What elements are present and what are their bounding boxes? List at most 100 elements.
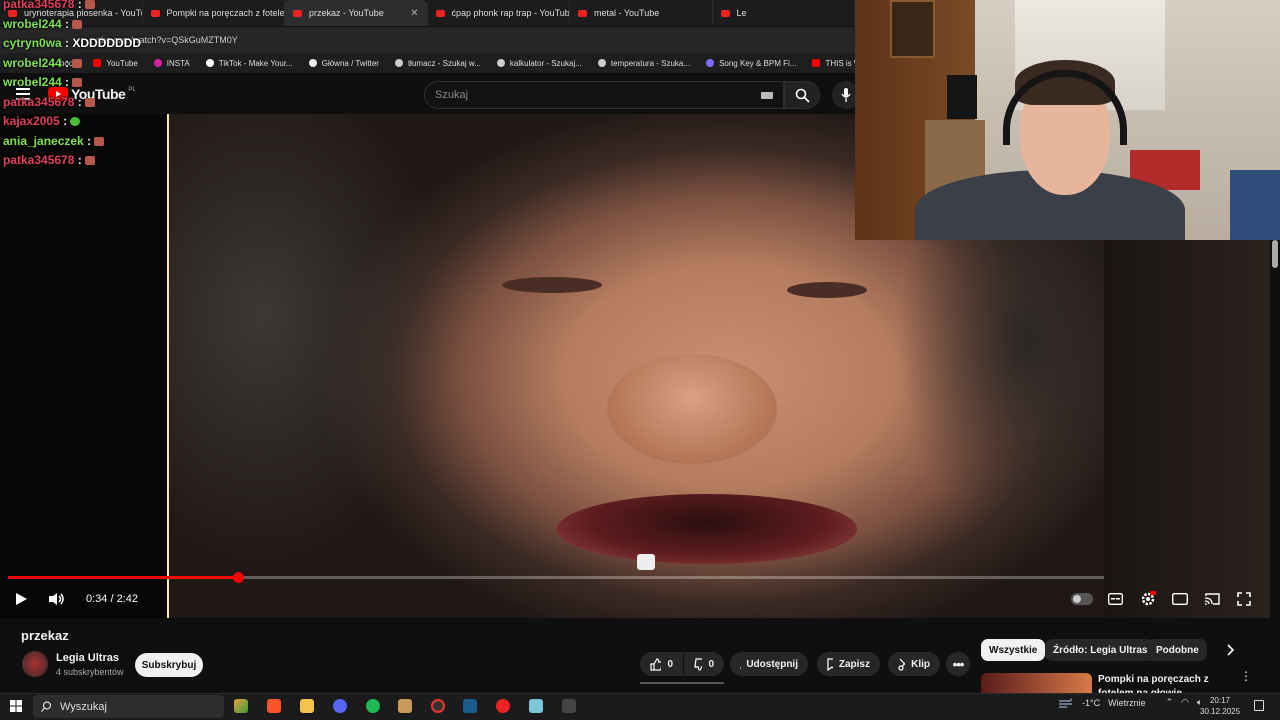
volume-icon	[49, 593, 64, 605]
youtube-icon	[578, 9, 587, 17]
pause-icon	[1073, 595, 1081, 603]
microphone-icon	[841, 88, 851, 102]
subtitles-button[interactable]	[1108, 593, 1123, 605]
obs-icon[interactable]	[431, 699, 445, 713]
tab-5[interactable]: metal - YouTube	[570, 0, 713, 26]
play-button[interactable]	[14, 592, 28, 606]
theater-mode-button[interactable]	[1172, 593, 1188, 605]
webcam-overlay	[855, 0, 1280, 240]
fullscreen-icon	[1237, 592, 1251, 606]
notepad-icon[interactable]	[529, 699, 543, 713]
stream-chat: patka345678 : wrobel244 : cytryn0wa : XD…	[3, 0, 173, 171]
chevron-right-icon	[1227, 644, 1235, 656]
chat-message: cytryn0wa : XDDDDDDD	[3, 36, 142, 50]
tab-4[interactable]: ćpap phonk rap trap - YouTube	[428, 0, 570, 26]
jacket	[1230, 170, 1280, 240]
play-icon	[16, 593, 27, 605]
weather-temp: -1°C	[1082, 697, 1101, 708]
bookmark-tlumacz[interactable]: tłumacz - Szukaj w...	[394, 59, 481, 68]
bookmark-twitter[interactable]: Główna / Twitter	[308, 59, 379, 68]
app-icon-1[interactable]	[234, 699, 248, 713]
dislike-button[interactable]: 0	[684, 652, 724, 676]
x-icon	[308, 59, 317, 67]
video-edge	[167, 114, 169, 618]
app-icon-2[interactable]	[562, 699, 576, 713]
cast-button[interactable]	[1204, 593, 1220, 605]
face-eye-right	[787, 282, 867, 298]
chip-similar[interactable]: Podobne	[1148, 639, 1207, 661]
youtube-app-icon[interactable]	[496, 699, 510, 713]
chat-message: wrobel244 :	[3, 15, 173, 35]
file-explorer-icon[interactable]	[300, 699, 314, 713]
save-button[interactable]: Zapisz	[817, 652, 880, 676]
bookmark-this-is[interactable]: THIS is W	[812, 59, 855, 68]
recommendation-thumbnail[interactable]	[981, 673, 1092, 695]
bookmark-kalkulator[interactable]: kalkulator - Szukaj...	[496, 59, 582, 68]
channel-avatar[interactable]	[22, 651, 48, 677]
bookmark-temperatura[interactable]: temperatura - Szuka...	[597, 59, 690, 68]
chat-message: patka345678 :	[3, 151, 173, 171]
monitor	[947, 75, 977, 119]
volume-button[interactable]	[48, 592, 66, 606]
thumbs-down-icon	[694, 657, 703, 671]
clip-button[interactable]: Klip	[888, 652, 940, 676]
chat-message: patka345678 :	[3, 93, 173, 113]
like-button[interactable]: 0	[640, 652, 683, 676]
google-icon	[597, 59, 606, 67]
subscriber-count: 4 subskrybentów	[56, 667, 124, 677]
wifi-icon[interactable]: ◠	[1181, 697, 1189, 708]
chip-all[interactable]: Wszystkie	[981, 639, 1046, 661]
tray-chevron-icon[interactable]: ⌃	[1166, 697, 1174, 708]
tab-3-active[interactable]: przekaz - YouTube ✕	[285, 0, 428, 26]
tab-6[interactable]: Le	[713, 0, 855, 26]
youtube-icon	[812, 59, 821, 67]
steam-icon[interactable]	[463, 699, 477, 713]
close-tab-icon[interactable]: ✕	[410, 8, 418, 19]
emote-icon	[70, 117, 81, 127]
weather-desc: Wietrznie	[1108, 697, 1146, 708]
start-button[interactable]	[10, 700, 22, 712]
more-actions-button[interactable]: •••	[946, 652, 970, 676]
emote-icon	[94, 136, 105, 146]
brave-icon[interactable]	[267, 699, 281, 713]
media-icon[interactable]	[398, 699, 412, 713]
google-icon	[496, 59, 505, 67]
chat-message: ania_janeczek :	[3, 132, 173, 152]
spotify-icon[interactable]	[366, 699, 380, 713]
subscribe-button[interactable]: Subskrybuj	[135, 653, 203, 677]
recommendation-menu-icon[interactable]: ⋮	[1240, 670, 1252, 682]
share-button[interactable]: Udostępnij	[730, 652, 808, 676]
settings-button[interactable]	[1140, 591, 1156, 607]
face-mouth	[557, 494, 857, 564]
taskbar-search[interactable]: Wyszukaj	[33, 695, 224, 718]
recommendation-title[interactable]: Pompki na poręczach z fotelem na głowie	[1098, 673, 1238, 695]
time-display: 0:34 / 2:42	[86, 593, 138, 605]
music-icon	[706, 59, 715, 67]
face-tooth	[637, 554, 655, 570]
keyboard-icon[interactable]	[761, 92, 773, 99]
discord-icon[interactable]	[333, 699, 347, 713]
gear-icon	[1141, 591, 1156, 606]
chat-message: patka345678 :	[3, 0, 173, 15]
subtitles-icon	[1108, 593, 1123, 605]
emote-icon	[85, 97, 96, 107]
fullscreen-button[interactable]	[1237, 592, 1251, 606]
page-scrollbar[interactable]	[1272, 240, 1278, 268]
notifications-icon[interactable]	[1254, 700, 1264, 711]
cast-icon	[1204, 593, 1220, 605]
taskbar-clock[interactable]: 20:17 30.12.2025	[1200, 695, 1240, 717]
chat-message: wrobel244 :	[3, 73, 173, 93]
chat-message: wrobel244 :	[3, 54, 173, 74]
emote-icon	[72, 58, 83, 68]
search-input[interactable]: Szukaj	[424, 81, 784, 109]
scissors-icon	[898, 658, 906, 671]
search-icon	[795, 88, 810, 103]
search-button[interactable]	[784, 81, 820, 109]
chat-message: kajax2005 :	[3, 112, 173, 132]
channel-name[interactable]: Legia Ultras	[56, 652, 119, 664]
bookmark-tiktok[interactable]: TikTok - Make Your...	[205, 59, 293, 68]
autoplay-toggle[interactable]	[1071, 593, 1093, 605]
bookmark-songkey[interactable]: Song Key & BPM Fi...	[706, 59, 796, 68]
chips-next-button[interactable]	[1227, 644, 1235, 656]
chip-source[interactable]: Źródło: Legia Ultras	[1045, 639, 1156, 661]
